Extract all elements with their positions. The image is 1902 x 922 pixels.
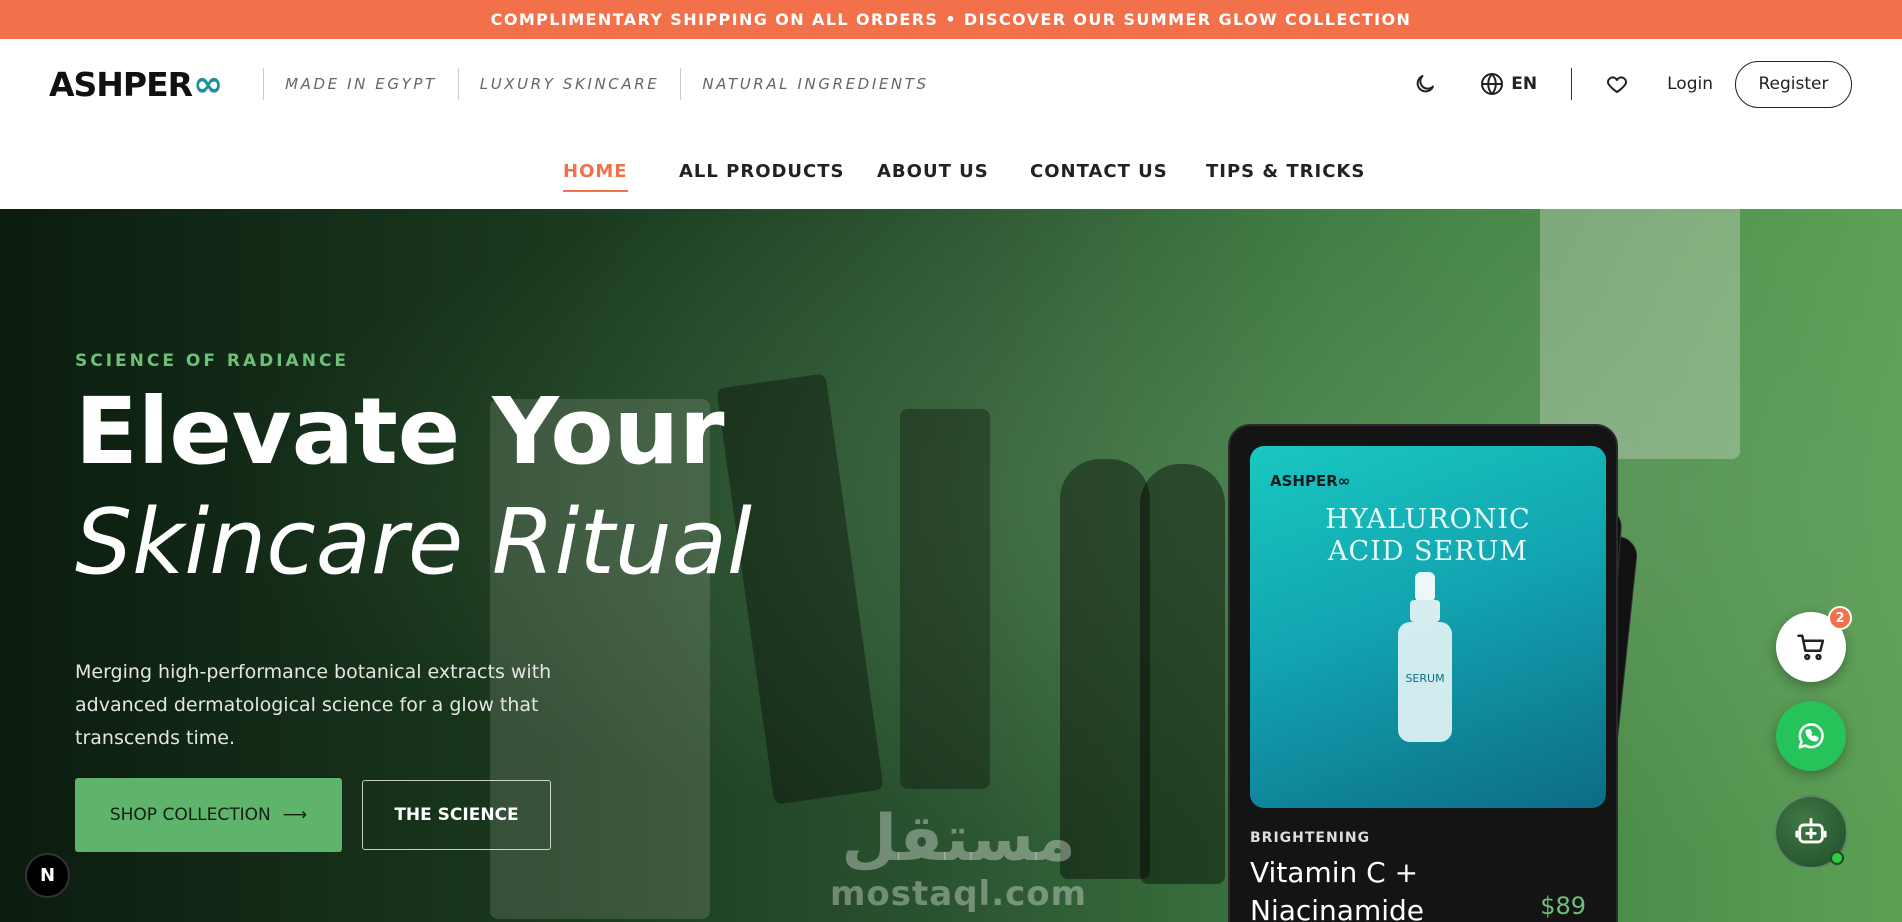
cart-count-badge: 2 xyxy=(1828,606,1852,630)
serum-bottle-illustration: SERUM xyxy=(1398,572,1452,742)
logo-text: ASHPER xyxy=(49,64,193,104)
assistant-fab[interactable] xyxy=(1774,795,1848,869)
brand-logo[interactable]: ASHPER ∞ xyxy=(49,63,223,105)
nav-about-us[interactable]: ABOUT US xyxy=(877,161,989,182)
globe-icon xyxy=(1481,73,1504,95)
product-category: BRIGHTENING xyxy=(1250,830,1371,846)
main-nav: HOME ALL PRODUCTS ABOUT US CONTACT US TI… xyxy=(0,129,1902,209)
cart-icon xyxy=(1797,634,1825,661)
hero-product-prop xyxy=(1540,209,1740,459)
tagline: NATURAL INGREDIENTS xyxy=(680,68,949,100)
heart-icon xyxy=(1607,76,1628,93)
hero-section: SCIENCE OF RADIANCE Elevate Your Skincar… xyxy=(0,209,1902,922)
shop-collection-button[interactable]: SHOP COLLECTION ⟶ xyxy=(75,778,342,852)
language-switcher[interactable]: EN xyxy=(1480,72,1537,96)
announcement-bar: COMPLIMENTARY SHIPPING ON ALL ORDERS • D… xyxy=(0,0,1902,39)
nav-all-products[interactable]: ALL PRODUCTS xyxy=(679,161,845,182)
wishlist-button[interactable] xyxy=(1605,72,1629,96)
moon-icon xyxy=(1416,75,1435,93)
whatsapp-icon xyxy=(1798,723,1824,749)
whatsapp-fab[interactable] xyxy=(1776,701,1846,771)
hero-product-prop xyxy=(900,409,990,789)
header-divider xyxy=(1571,68,1573,100)
hero-lead: Merging high-performance botanical extra… xyxy=(75,661,552,749)
language-label: EN xyxy=(1511,74,1538,94)
product-image-title: HYALURONIC ACID SERUM xyxy=(1325,504,1531,567)
hero-product-prop xyxy=(1140,464,1225,884)
watermark-latin: mostaql.com xyxy=(830,874,1088,914)
logo-infinity: ∞ xyxy=(193,63,223,105)
product-price: $89 xyxy=(1540,892,1586,920)
the-science-button[interactable]: THE SCIENCE xyxy=(362,780,551,850)
login-link[interactable]: Login xyxy=(1667,74,1713,94)
nav-contact-us[interactable]: CONTACT US xyxy=(1030,161,1168,182)
hero-eyebrow: SCIENCE OF RADIANCE xyxy=(75,351,350,371)
hero-title: Elevate Your xyxy=(75,378,725,485)
svg-text:SERUM: SERUM xyxy=(1405,672,1444,685)
taglines: MADE IN EGYPT LUXURY SKINCARE NATURAL IN… xyxy=(263,68,950,100)
product-image-logo: ASHPER∞ xyxy=(1270,472,1351,490)
dev-badge[interactable]: N xyxy=(25,853,70,898)
tagline: LUXURY SKINCARE xyxy=(457,68,681,100)
cart-fab[interactable]: 2 xyxy=(1776,606,1852,682)
online-status-dot xyxy=(1830,851,1844,865)
featured-product-card[interactable]: ASHPER∞ HYALURONIC ACID SERUM SERUM BRIG… xyxy=(1228,424,1618,922)
tagline: MADE IN EGYPT xyxy=(263,68,458,100)
watermark: مستقل mostaql.com xyxy=(830,804,1087,914)
header-actions: EN Login Register xyxy=(1413,39,1852,129)
hero-title-italic: Skincare Ritual xyxy=(75,490,752,595)
announcement-text: COMPLIMENTARY SHIPPING ON ALL ORDERS • D… xyxy=(490,10,1412,29)
header: ASHPER ∞ MADE IN EGYPT LUXURY SKINCARE N… xyxy=(0,39,1902,129)
watermark-arabic: مستقل xyxy=(841,802,1076,876)
register-button[interactable]: Register xyxy=(1735,60,1852,108)
shop-collection-label: SHOP COLLECTION xyxy=(109,805,271,825)
product-image: ASHPER∞ HYALURONIC ACID SERUM SERUM xyxy=(1250,446,1606,808)
nav-tips-tricks[interactable]: TIPS & TRICKS xyxy=(1206,161,1365,182)
robot-icon xyxy=(1795,817,1827,844)
product-name: Vitamin C + Niacinamide xyxy=(1250,856,1425,922)
dark-mode-toggle[interactable] xyxy=(1413,72,1437,96)
nav-home[interactable]: HOME xyxy=(563,161,628,192)
featured-product-stack: ASHPER∞ HYALURONIC ACID SERUM SERUM BRIG… xyxy=(1228,424,1678,922)
arrow-right-icon: ⟶ xyxy=(282,805,308,825)
